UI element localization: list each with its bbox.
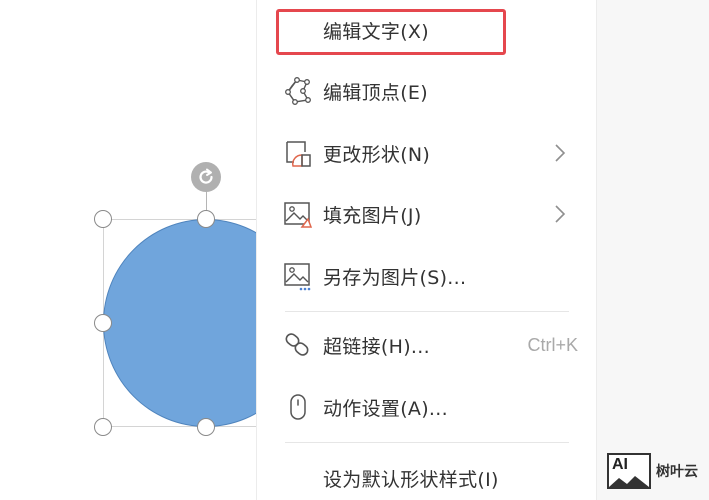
- edit-points-icon: [283, 76, 313, 106]
- mouse-icon: [283, 392, 313, 422]
- menu-item-label: 填充图片(J): [323, 204, 422, 227]
- rotate-icon: [199, 168, 213, 184]
- canvas: 编辑文字(X) 编辑顶点(E) 更改形状(N) 填充图片(J) 另存为图片(S)…: [0, 0, 709, 500]
- hyperlink-icon: [283, 330, 313, 360]
- menu-divider: [285, 442, 569, 443]
- menu-item-label: 更改形状(N): [323, 143, 431, 166]
- resize-handle-top-left[interactable]: [94, 210, 112, 228]
- menu-item-action-settings[interactable]: 动作设置(A)...: [257, 381, 596, 433]
- menu-item-save-as-picture[interactable]: 另存为图片(S)...: [257, 250, 596, 302]
- watermark-text: 树叶云: [656, 464, 698, 480]
- resize-handle-left[interactable]: [94, 314, 112, 332]
- menu-item-change-shape[interactable]: 更改形状(N): [257, 127, 596, 179]
- menu-item-set-default-style[interactable]: 设为默认形状样式(I): [257, 452, 596, 500]
- resize-handle-bottom-left[interactable]: [94, 418, 112, 436]
- change-shape-icon: [283, 138, 313, 168]
- menu-item-label: 另存为图片(S)...: [323, 266, 467, 289]
- menu-divider: [285, 311, 569, 312]
- watermark-logo: AI: [607, 453, 651, 489]
- resize-handle-bottom[interactable]: [197, 418, 215, 436]
- watermark: AI 树叶云: [607, 453, 698, 489]
- menu-item-edit-text[interactable]: 编辑文字(X): [257, 4, 596, 56]
- menu-item-edit-points[interactable]: 编辑顶点(E): [257, 65, 596, 117]
- shortcut-label: Ctrl+K: [527, 334, 578, 355]
- menu-item-hyperlink[interactable]: 超链接(H)... Ctrl+K: [257, 319, 596, 371]
- rotate-handle[interactable]: [191, 162, 221, 192]
- resize-handle-top[interactable]: [197, 210, 215, 228]
- save-as-picture-icon: [283, 261, 313, 291]
- menu-item-label: 编辑文字(X): [323, 20, 429, 43]
- context-menu: 编辑文字(X) 编辑顶点(E) 更改形状(N) 填充图片(J) 另存为图片(S)…: [256, 0, 597, 500]
- fill-picture-icon: [283, 199, 313, 229]
- watermark-logo-text: AI: [612, 456, 628, 473]
- menu-item-label: 超链接(H)...: [323, 335, 430, 358]
- menu-item-label: 设为默认形状样式(I): [323, 468, 499, 491]
- menu-item-label: 编辑顶点(E): [323, 81, 428, 104]
- menu-item-label: 动作设置(A)...: [323, 397, 448, 420]
- chevron-right-icon: [555, 205, 566, 223]
- chevron-right-icon: [555, 144, 566, 162]
- menu-item-fill-picture[interactable]: 填充图片(J): [257, 188, 596, 240]
